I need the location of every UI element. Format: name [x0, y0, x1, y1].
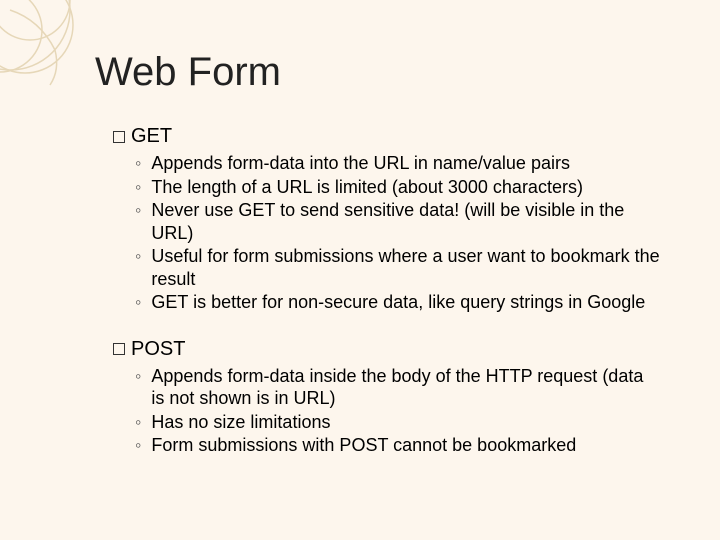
list-item: ◦ Has no size limitations [135, 411, 660, 434]
bullet-icon: ◦ [135, 291, 141, 314]
list-item: ◦ GET is better for non-secure data, lik… [135, 291, 660, 314]
section-header: POST [113, 338, 660, 361]
list-item: ◦ Appends form-data into the URL in name… [135, 152, 660, 175]
checkbox-icon [113, 343, 125, 355]
slide-content: Web Form GET ◦ Appends form-data into th… [95, 50, 660, 481]
list-item: ◦ Never use GET to send sensitive data! … [135, 199, 660, 244]
section-get: GET ◦ Appends form-data into the URL in … [95, 125, 660, 314]
section-post: POST ◦ Appends form-data inside the body… [95, 338, 660, 457]
list-item: ◦ Appends form-data inside the body of t… [135, 365, 660, 410]
list-item: ◦ The length of a URL is limited (about … [135, 176, 660, 199]
bullet-icon: ◦ [135, 411, 141, 434]
bullet-icon: ◦ [135, 365, 141, 388]
list-item: ◦ Useful for form submissions where a us… [135, 245, 660, 290]
list-item: ◦ Form submissions with POST cannot be b… [135, 434, 660, 457]
bullet-icon: ◦ [135, 434, 141, 457]
bullet-icon: ◦ [135, 245, 141, 268]
section-label: POST [131, 338, 185, 361]
sub-list: ◦ Appends form-data into the URL in name… [135, 152, 660, 314]
bullet-icon: ◦ [135, 176, 141, 199]
section-header: GET [113, 125, 660, 148]
sub-list: ◦ Appends form-data inside the body of t… [135, 365, 660, 457]
bullet-icon: ◦ [135, 199, 141, 222]
section-label: GET [131, 125, 172, 148]
bullet-icon: ◦ [135, 152, 141, 175]
checkbox-icon [113, 131, 125, 143]
page-title: Web Form [95, 50, 660, 95]
